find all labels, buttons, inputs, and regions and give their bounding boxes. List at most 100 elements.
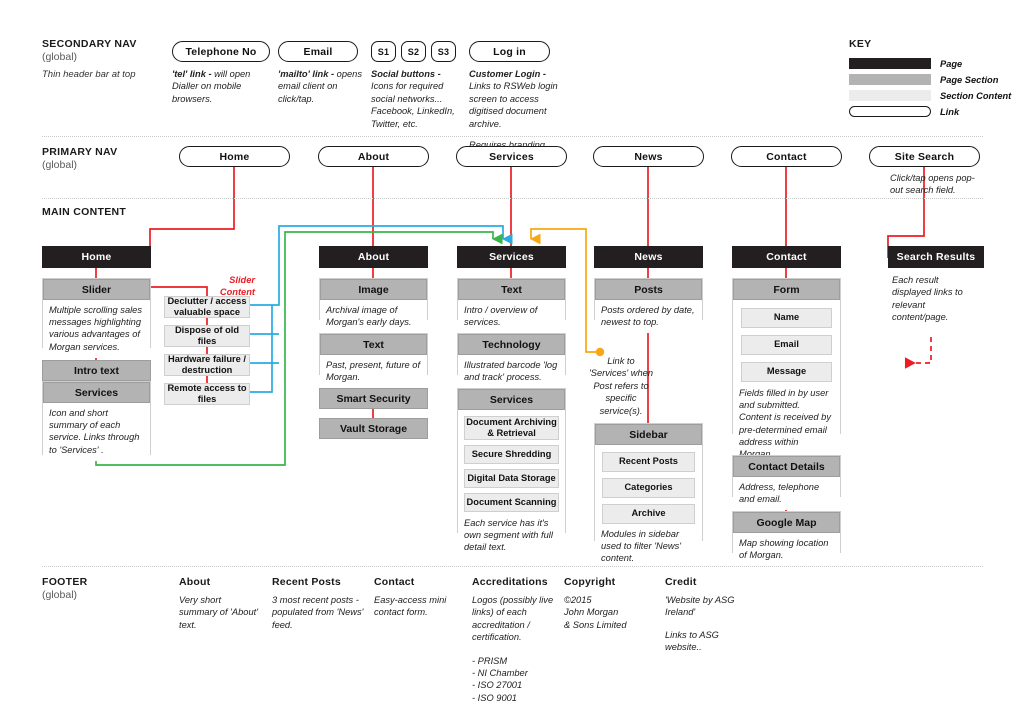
- sidebar-item-recent-posts[interactable]: Recent Posts: [602, 452, 695, 472]
- key-swatch-link: [849, 106, 931, 117]
- slider-content-item-remote-access-label: Remote access to files: [167, 382, 247, 405]
- section-box-contact-details[interactable]: Contact Details: [733, 456, 840, 477]
- section-box-services-text[interactable]: Text: [458, 279, 565, 300]
- wireframe-sitemap: SECONDARY NAV (global) Thin header bar a…: [0, 0, 1024, 724]
- social-button-s1[interactable]: S1: [371, 41, 396, 62]
- section-box-services-services[interactable]: Services: [458, 389, 565, 410]
- primary-nav-services[interactable]: Services: [456, 146, 567, 167]
- page-box-home-label: Home: [81, 251, 112, 263]
- primary-nav-contact[interactable]: Contact: [731, 146, 842, 167]
- footer-col-about: About Very short summary of 'About' text…: [179, 576, 259, 631]
- google-map-desc: Map showing location of Morgan.: [733, 533, 840, 567]
- page-box-search-results-label: Search Results: [896, 251, 976, 263]
- section-box-home-slider[interactable]: Slider: [43, 279, 150, 300]
- telephone-annotation-lead: 'tel' link -: [172, 69, 212, 79]
- contact-form-field-name[interactable]: Name: [741, 308, 832, 328]
- footer-col-credit: Credit 'Website by ASG Ireland' Links to…: [665, 576, 755, 654]
- footer-col-accreditations-text: Logos (possibly live links) of each accr…: [472, 595, 554, 643]
- section-box-about-text[interactable]: Text: [320, 334, 427, 355]
- footer-col-accreditations-list: - PRISM - NI Chamber - ISO 27001 - ISO 9…: [472, 655, 528, 703]
- page-box-contact-label: Contact: [766, 251, 807, 263]
- contact-details-group: Contact Details Address, telephone and e…: [732, 455, 841, 511]
- login-annotation: Customer Login - Links to RSWeb login sc…: [469, 68, 561, 151]
- key-title: KEY: [849, 38, 872, 50]
- sidebar-item-categories[interactable]: Categories: [602, 478, 695, 498]
- primary-nav-site-search[interactable]: Site Search: [869, 146, 980, 167]
- social-button-s2[interactable]: S2: [401, 41, 426, 62]
- slider-content-item-remote-access[interactable]: Remote access to files: [164, 383, 250, 405]
- page-box-services[interactable]: Services: [457, 246, 566, 268]
- primary-nav-title: PRIMARY NAV: [42, 146, 118, 158]
- primary-nav-home[interactable]: Home: [179, 146, 290, 167]
- secondary-nav-login-button[interactable]: Log in: [469, 41, 550, 62]
- service-item-document-archiving[interactable]: Document Archiving & Retrieval: [464, 416, 559, 440]
- social-annotation-lead: Social buttons -: [371, 69, 441, 79]
- footer-col-contact-text: Easy-access mini contact form.: [374, 595, 447, 618]
- sidebar-item-archive[interactable]: Archive: [602, 504, 695, 524]
- section-box-about-image[interactable]: Image: [320, 279, 427, 300]
- contact-details-desc: Address, telephone and email.: [733, 477, 840, 511]
- home-slider-desc: Multiple scrolling sales messages highli…: [43, 300, 150, 358]
- key-swatch-page-section: [849, 74, 931, 85]
- page-box-search-results[interactable]: Search Results: [888, 246, 984, 268]
- secondary-nav-note: Thin header bar at top: [42, 69, 136, 80]
- section-box-home-slider-label: Slider: [81, 283, 112, 296]
- section-box-contact-form-label: Form: [773, 283, 800, 296]
- slider-content-item-hardware-failure[interactable]: Hardware failure / destruction: [164, 354, 250, 376]
- social-button-s3[interactable]: S3: [431, 41, 456, 62]
- section-box-google-map[interactable]: Google Map: [733, 512, 840, 533]
- services-technology-desc: Illustrated barcode 'log and track' proc…: [458, 355, 565, 389]
- contact-form-field-email[interactable]: Email: [741, 335, 832, 355]
- page-box-news[interactable]: News: [594, 246, 703, 268]
- key-label-page: Page: [940, 58, 963, 69]
- slider-content-item-dispose[interactable]: Dispose of old files: [164, 325, 250, 347]
- footer-col-copyright-text: ©2015 John Morgan & Sons Limited: [564, 595, 627, 630]
- key-item-section-content: Section Content: [849, 89, 1024, 102]
- section-box-services-technology[interactable]: Technology: [458, 334, 565, 355]
- secondary-nav-email-button[interactable]: Email: [278, 41, 358, 62]
- footer-col-recent-posts-heading: Recent Posts: [272, 576, 341, 588]
- key-label-section-content: Section Content: [940, 90, 1012, 101]
- service-item-document-scanning[interactable]: Document Scanning: [464, 493, 559, 512]
- page-box-home[interactable]: Home: [42, 246, 151, 268]
- section-box-about-smart-security[interactable]: Smart Security: [319, 388, 428, 409]
- section-box-news-posts[interactable]: Posts: [595, 279, 702, 300]
- footer-col-credit-heading: Credit: [665, 576, 697, 588]
- key-swatch-page: [849, 58, 931, 69]
- section-box-about-vault-storage[interactable]: Vault Storage: [319, 418, 428, 439]
- service-item-digital-data-storage[interactable]: Digital Data Storage: [464, 469, 559, 488]
- section-box-home-intro-text[interactable]: Intro text: [42, 360, 151, 381]
- services-text-desc: Intro / overview of services.: [458, 300, 565, 334]
- footer-label-block: FOOTER (global): [42, 576, 172, 602]
- section-box-contact-form[interactable]: Form: [733, 279, 840, 300]
- email-annotation: 'mailto' link - opens email client on cl…: [278, 68, 366, 105]
- primary-nav-about[interactable]: About: [318, 146, 429, 167]
- page-box-about[interactable]: About: [319, 246, 428, 268]
- page-box-news-label: News: [634, 251, 663, 263]
- section-box-google-map-label: Google Map: [756, 516, 817, 529]
- section-box-home-services[interactable]: Services: [43, 382, 150, 403]
- service-item-secure-shredding[interactable]: Secure Shredding: [464, 445, 559, 464]
- services-service-note: Each service has it's own segment with f…: [458, 516, 565, 559]
- social-annotation-body: Icons for required social networks... Fa…: [371, 81, 455, 129]
- primary-nav-news[interactable]: News: [593, 146, 704, 167]
- social-button-s2-label: S2: [407, 46, 420, 57]
- page-box-contact[interactable]: Contact: [732, 246, 841, 268]
- footer-col-about-text: Very short summary of 'About' text.: [179, 595, 258, 630]
- about-image-group: Image Archival image of Morgan's early d…: [319, 278, 428, 334]
- secondary-nav-telephone-button[interactable]: Telephone No: [172, 41, 270, 62]
- contact-form-field-name-label: Name: [773, 312, 800, 323]
- secondary-nav-login-label: Log in: [493, 45, 526, 58]
- contact-form-field-message[interactable]: Message: [741, 362, 832, 382]
- key-label-page-section: Page Section: [940, 74, 999, 85]
- slider-content-item-declutter[interactable]: Declutter / access valuable space: [164, 296, 250, 318]
- about-image-desc: Archival image of Morgan's early days.: [320, 300, 427, 334]
- footer-col-recent-posts: Recent Posts 3 most recent posts - popul…: [272, 576, 364, 631]
- section-box-news-sidebar-label: Sidebar: [629, 428, 668, 441]
- sidebar-item-archive-label: Archive: [631, 508, 666, 519]
- services-services-group: Services Document Archiving & Retrieval …: [457, 388, 566, 559]
- search-results-desc: Each result displayed links to relevant …: [892, 275, 963, 323]
- section-box-news-sidebar[interactable]: Sidebar: [595, 424, 702, 445]
- site-search-annotation: Click/tap opens pop-out search field.: [890, 173, 975, 196]
- section-box-about-smart-security-label: Smart Security: [336, 392, 411, 405]
